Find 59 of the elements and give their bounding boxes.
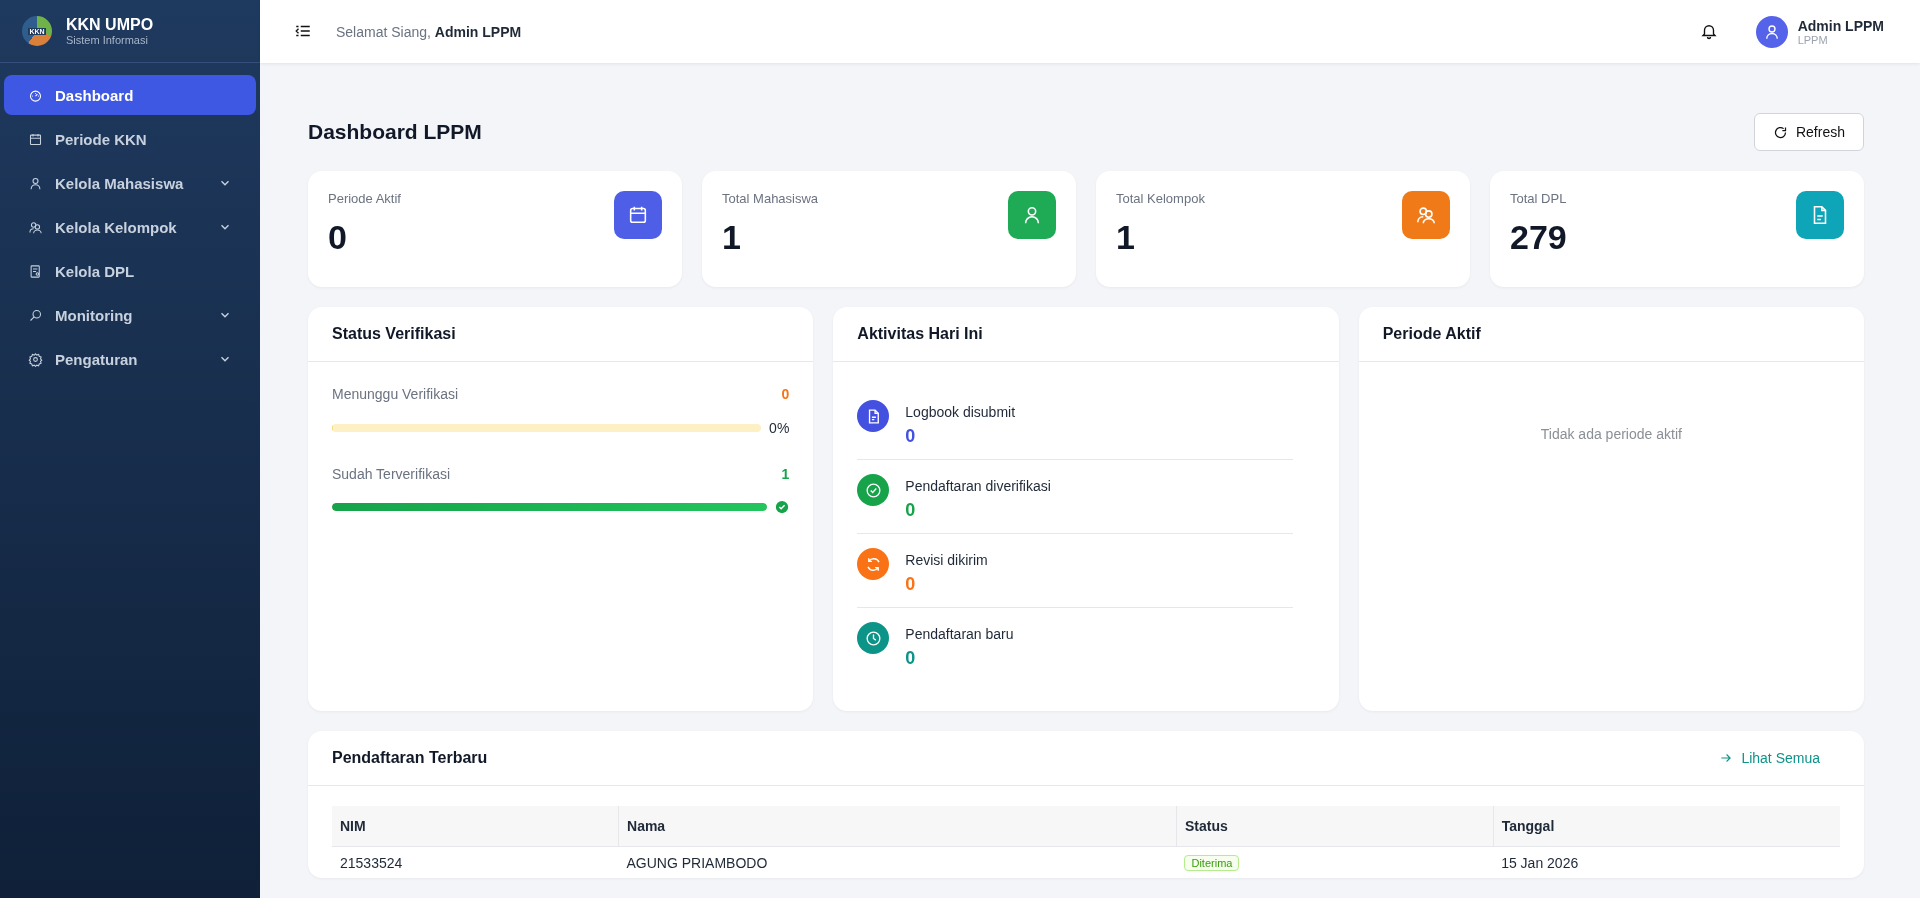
page-title: Dashboard LPPM	[308, 120, 482, 144]
user-icon	[28, 175, 43, 191]
search-icon	[28, 307, 43, 323]
refresh-icon	[1772, 124, 1788, 140]
empty-message: Tidak ada periode aktif	[1539, 426, 1683, 442]
gauge-icon	[28, 87, 43, 103]
sidebar-item[interactable]: Monitoring	[4, 295, 256, 335]
activity-count: 0	[905, 426, 917, 447]
activity-label: Revisi dikirim	[905, 552, 988, 568]
sidebar-item[interactable]: Pengaturan	[4, 339, 256, 379]
stat-value: 1	[722, 218, 742, 257]
activity-label: Pendaftaran baru	[905, 626, 1014, 642]
view-all-link[interactable]: Lihat Semua	[1719, 750, 1820, 766]
card-title: Status Verifikasi	[308, 307, 814, 362]
settings-icon	[28, 351, 43, 367]
column-header: Nama	[618, 806, 1177, 847]
document-icon	[28, 263, 43, 279]
card-title: Periode Aktif	[1358, 307, 1864, 362]
app-title: KKN UMPO	[66, 16, 154, 34]
table-cell: AGUNG PRIAMBODO	[618, 846, 1177, 878]
profile-name: Admin LPPM	[1797, 17, 1884, 34]
activity-count: 0	[905, 500, 917, 521]
stat-value: 279	[1510, 218, 1567, 257]
status-count: 0	[781, 386, 790, 402]
stat-value: 0	[328, 218, 348, 257]
card-title: Pendaftaran Terbaru	[332, 749, 488, 767]
status-count: 1	[781, 466, 790, 482]
activity-label: Logbook disubmit	[905, 404, 1016, 420]
card-title: Aktivitas Hari Ini	[833, 307, 1339, 362]
status-label: Menunggu Verifikasi	[332, 386, 459, 402]
app-subtitle: Sistem Informasi	[66, 34, 149, 46]
profile-role: LPPM	[1797, 33, 1829, 46]
column-header: Status	[1176, 806, 1494, 847]
stat-label: Total Mahasiswa	[722, 191, 819, 206]
check-icon	[775, 500, 790, 514]
stat-label: Periode Aktif	[328, 191, 401, 206]
status-label: Sudah Terverifikasi	[332, 466, 451, 482]
stat-label: Total Kelompok	[1116, 191, 1205, 206]
stat-label: Total DPL	[1510, 191, 1567, 206]
column-header: Tanggal	[1493, 806, 1840, 847]
sidebar-item[interactable]: Kelola Kelompok	[4, 207, 256, 247]
sidebar-item[interactable]: Kelola Mahasiswa	[4, 163, 256, 203]
activity-count: 0	[905, 574, 917, 595]
users-icon	[28, 219, 43, 235]
greeting-text: Selamat Siang, Admin LPPM	[336, 23, 522, 40]
progress-reading: 0%	[769, 420, 790, 436]
activity-count: 0	[905, 648, 917, 669]
stat-value: 1	[1116, 218, 1136, 257]
avatar-icon[interactable]	[1755, 15, 1788, 48]
table-cell: 15 Jan 2026	[1493, 846, 1840, 878]
sidebar-item[interactable]: Periode KKN	[4, 119, 256, 159]
refresh-button[interactable]: Refresh	[1753, 113, 1864, 151]
sidebar-item[interactable]: Kelola DPL	[4, 251, 256, 291]
calendar-icon	[28, 131, 43, 147]
column-header: NIM	[332, 806, 619, 847]
sidebar-item[interactable]: Dashboard	[4, 75, 256, 115]
activity-label: Pendaftaran diverifikasi	[905, 478, 1051, 494]
table-cell: 21533524	[332, 846, 619, 878]
status-badge: Diterima	[1184, 855, 1240, 871]
